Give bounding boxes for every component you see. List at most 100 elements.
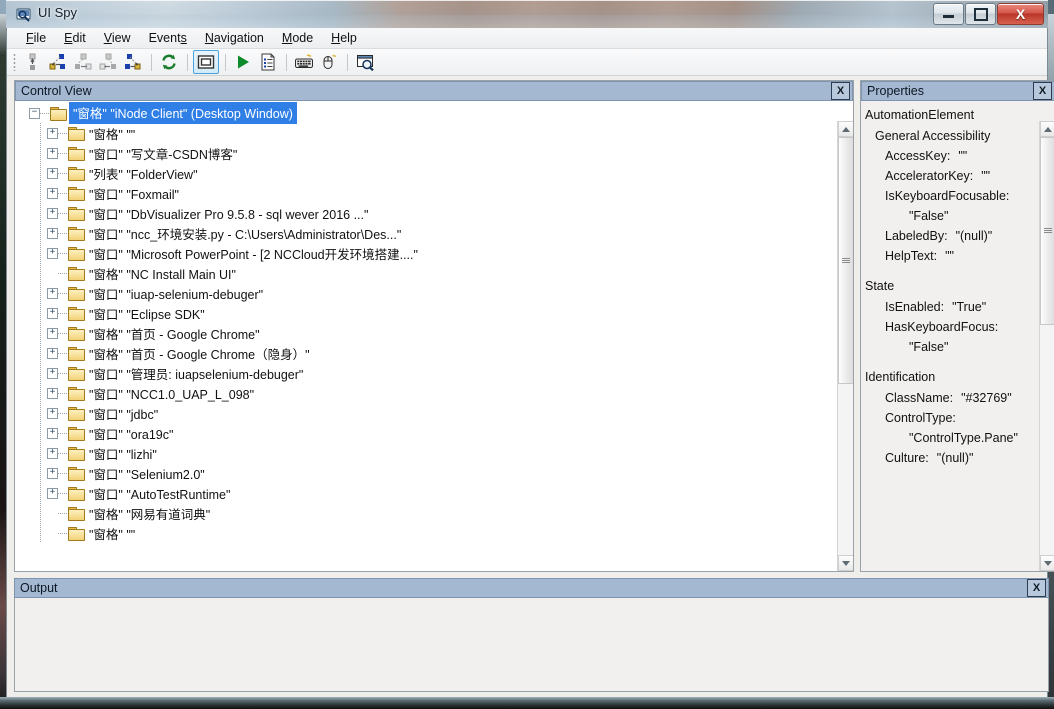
keyboard-icon[interactable] [292, 51, 316, 73]
expand-icon[interactable]: + [47, 487, 58, 499]
tree-scroll-thumb[interactable] [838, 137, 853, 384]
tree-connector-line [58, 212, 67, 214]
properties-section-title: General Accessibility [875, 129, 991, 143]
restore-icon [973, 7, 988, 21]
tree-row-label: "窗口" "AutoTestRuntime" [89, 487, 231, 502]
folder-icon [68, 506, 85, 521]
output-close-button[interactable]: X [1027, 579, 1046, 597]
property-value: "" [958, 149, 968, 163]
highlight-rectangle-icon[interactable] [193, 50, 219, 74]
tree-scroll-up-button[interactable] [838, 121, 853, 137]
tree-row[interactable]: + "窗格" "首页 - Google Chrome" [15, 323, 837, 343]
tree-row[interactable]: "窗格" "NC Install Main UI" [15, 263, 837, 283]
control-view-close-button[interactable]: X [831, 82, 850, 100]
tree-row[interactable]: + "窗口" "AutoTestRuntime" [15, 483, 837, 503]
minimize-icon [943, 15, 954, 18]
folder-icon [68, 186, 85, 201]
folder-icon [68, 306, 85, 321]
properties-scroll-up-button[interactable] [1040, 121, 1054, 137]
control-view-tree[interactable]: − "窗格" "iNode Client" (Desktop Window) + "窗… [15, 101, 853, 571]
tree-connector-line [58, 172, 67, 174]
expand-icon[interactable]: + [47, 387, 58, 399]
tree-row[interactable]: + "窗格" "" [15, 123, 837, 143]
properties-scroll-down-button[interactable] [1040, 555, 1054, 571]
tree-connector-line [58, 292, 67, 294]
tree-row[interactable]: + "窗口" "NCC1.0_UAP_L_098" [15, 383, 837, 403]
tree-row-label: "窗口" "写文章-CSDN博客" [89, 147, 238, 162]
menu-view[interactable]: View [95, 29, 140, 47]
expand-icon[interactable]: + [47, 147, 58, 159]
refresh-icon[interactable] [157, 51, 181, 73]
minimize-button[interactable] [933, 3, 964, 25]
scroll-thumb-grip [1044, 228, 1052, 234]
menu-mode[interactable]: Mode [273, 29, 322, 47]
expand-icon[interactable]: + [47, 467, 58, 479]
expand-icon[interactable]: + [47, 227, 58, 239]
menu-help[interactable]: Help [322, 29, 366, 47]
tree-row[interactable]: "窗格" "" [15, 523, 837, 543]
expand-icon[interactable]: + [47, 127, 58, 139]
navigate-next-sibling-icon[interactable] [121, 51, 145, 73]
play-icon[interactable] [231, 51, 255, 73]
expand-icon[interactable]: + [47, 367, 58, 379]
expand-icon[interactable]: + [47, 447, 58, 459]
tree-row[interactable]: + "窗口" "ora19c" [15, 423, 837, 443]
tree-row[interactable]: − "窗格" "iNode Client" (Desktop Window) [15, 102, 837, 124]
expand-icon[interactable]: + [47, 427, 58, 439]
collapse-icon[interactable]: − [29, 107, 40, 119]
menu-file[interactable]: File [17, 29, 55, 47]
caption-button-group: X [932, 3, 1044, 25]
tree-row[interactable]: + "窗格" "首页 - Google Chrome（隐身）" [15, 343, 837, 363]
mouse-icon[interactable] [317, 51, 341, 73]
properties-list-icon[interactable] [256, 51, 280, 73]
expand-icon[interactable]: + [47, 307, 58, 319]
expand-icon[interactable]: + [47, 327, 58, 339]
output-content[interactable] [14, 598, 1049, 692]
menu-edit[interactable]: Edit [55, 29, 95, 47]
tree-row[interactable]: + "窗口" "写文章-CSDN博客" [15, 143, 837, 163]
close-button[interactable]: X [997, 3, 1044, 25]
expand-icon[interactable]: + [47, 247, 58, 259]
expand-icon[interactable]: + [47, 287, 58, 299]
properties-vertical-scrollbar[interactable] [1039, 121, 1054, 571]
expand-icon[interactable]: + [47, 207, 58, 219]
expand-icon[interactable]: + [47, 187, 58, 199]
folder-icon [68, 386, 85, 401]
properties-close-button[interactable]: X [1033, 82, 1052, 100]
tree-row-label: "窗口" "Foxmail" [89, 187, 179, 202]
expand-icon[interactable]: + [47, 347, 58, 359]
properties-list[interactable]: AutomationElement General Accessibility Ac… [861, 101, 1054, 571]
property-label: ClassName: [885, 391, 954, 405]
properties-scroll-thumb[interactable] [1040, 137, 1054, 325]
tree-row[interactable]: + "窗口" "jdbc" [15, 403, 837, 423]
tree-row[interactable]: + "窗口" "Foxmail" [15, 183, 837, 203]
expand-icon[interactable]: + [47, 407, 58, 419]
expand-icon[interactable]: + [47, 167, 58, 179]
menu-events[interactable]: Events [140, 29, 196, 47]
tree-row[interactable]: + "列表" "FolderView" [15, 163, 837, 183]
restore-button[interactable] [965, 3, 996, 25]
navigate-first-child-icon[interactable] [71, 51, 95, 73]
tree-row[interactable]: + "窗口" "管理员: iuapselenium-debuger" [15, 363, 837, 383]
tree-row-label: "窗格" "iNode Client" (Desktop Window) [69, 102, 297, 124]
menu-navigation[interactable]: Navigation [196, 29, 273, 47]
window-border-bottom [0, 697, 1054, 709]
tree-scroll-down-button[interactable] [838, 555, 853, 571]
tree-row[interactable]: + "窗口" "lizhi" [15, 443, 837, 463]
tree-vertical-scrollbar[interactable] [837, 121, 853, 571]
navigate-parent-icon[interactable] [21, 51, 45, 73]
tree-row[interactable]: + "窗口" "ncc_环境安装.py - C:\Users\Administra… [15, 223, 837, 243]
tree-row[interactable]: + "窗口" "Eclipse SDK" [15, 303, 837, 323]
tree-row[interactable]: + "窗口" "Selenium2.0" [15, 463, 837, 483]
tree-row[interactable]: + "窗口" "DbVisualizer Pro 9.5.8 - sql weve… [15, 203, 837, 223]
navigate-last-child-icon[interactable] [96, 51, 120, 73]
tree-row[interactable]: "窗格" "网易有道词典" [15, 503, 837, 523]
tree-row[interactable]: + "窗口" "iuap-selenium-debuger" [15, 283, 837, 303]
property-label: ControlType: [885, 411, 956, 425]
navigate-previous-sibling-icon[interactable] [46, 51, 70, 73]
tree-row[interactable]: + "窗口" "Microsoft PowerPoint - [2 NCCloud… [15, 243, 837, 263]
uispy-icon [16, 7, 32, 23]
tree-connector-line [58, 152, 67, 154]
tree-connector-line [58, 332, 67, 334]
find-icon[interactable] [353, 51, 377, 73]
